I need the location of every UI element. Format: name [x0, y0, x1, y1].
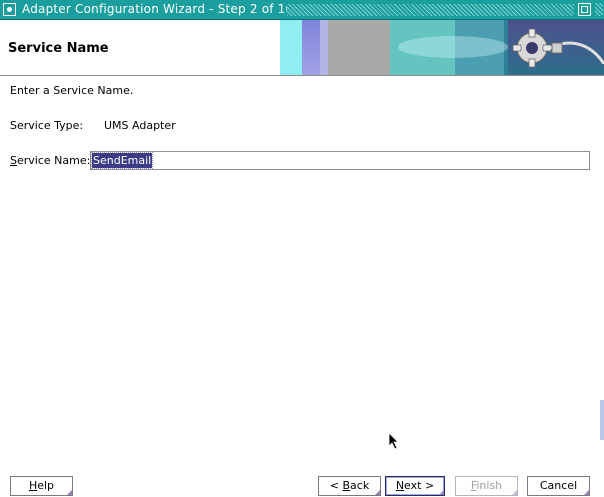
mouse-cursor-icon	[388, 432, 399, 450]
service-name-label: Service Name:	[10, 154, 91, 167]
next-button-mnemonic: N	[395, 479, 405, 492]
plug-icon	[550, 41, 604, 64]
wizard-header: Service Name	[0, 20, 604, 76]
service-type-value: UMS Adapter	[104, 119, 176, 132]
banner-stripe	[302, 20, 320, 75]
back-button-label: ack	[350, 479, 370, 492]
back-button-prefix: <	[329, 479, 343, 492]
gear-icon	[512, 28, 552, 68]
window-menu-icon[interactable]	[3, 3, 16, 16]
banner-wave	[398, 36, 508, 58]
instruction-text: Enter a Service Name.	[10, 84, 134, 97]
titlebar-grip	[287, 4, 574, 16]
finish-button-label: inish	[476, 479, 503, 492]
next-button[interactable]: Next >	[385, 476, 445, 496]
help-button[interactable]: Help	[10, 476, 73, 496]
header-banner-image	[280, 20, 604, 75]
help-button-label: elp	[37, 479, 55, 492]
finish-button: Finish	[455, 476, 518, 496]
next-button-label: ext >	[404, 479, 435, 492]
titlebar-grip-right	[595, 3, 603, 16]
cancel-button[interactable]: Cancel	[527, 476, 590, 496]
back-button-mnemonic: B	[342, 479, 351, 492]
window-title: Adapter Configuration Wizard - Step 2 of…	[22, 2, 294, 16]
window-titlebar[interactable]: Adapter Configuration Wizard - Step 2 of…	[0, 0, 604, 20]
page-title: Service Name	[8, 41, 109, 56]
service-name-input-value: SendEmail	[90, 152, 154, 169]
service-name-input[interactable]: SendEmail	[90, 151, 590, 170]
back-button[interactable]: < Back	[318, 476, 381, 496]
help-button-mnemonic: H	[28, 479, 38, 492]
maximize-icon[interactable]	[578, 3, 591, 16]
scroll-edge-indicator	[600, 400, 604, 440]
service-type-label: Service Type:	[10, 119, 84, 132]
